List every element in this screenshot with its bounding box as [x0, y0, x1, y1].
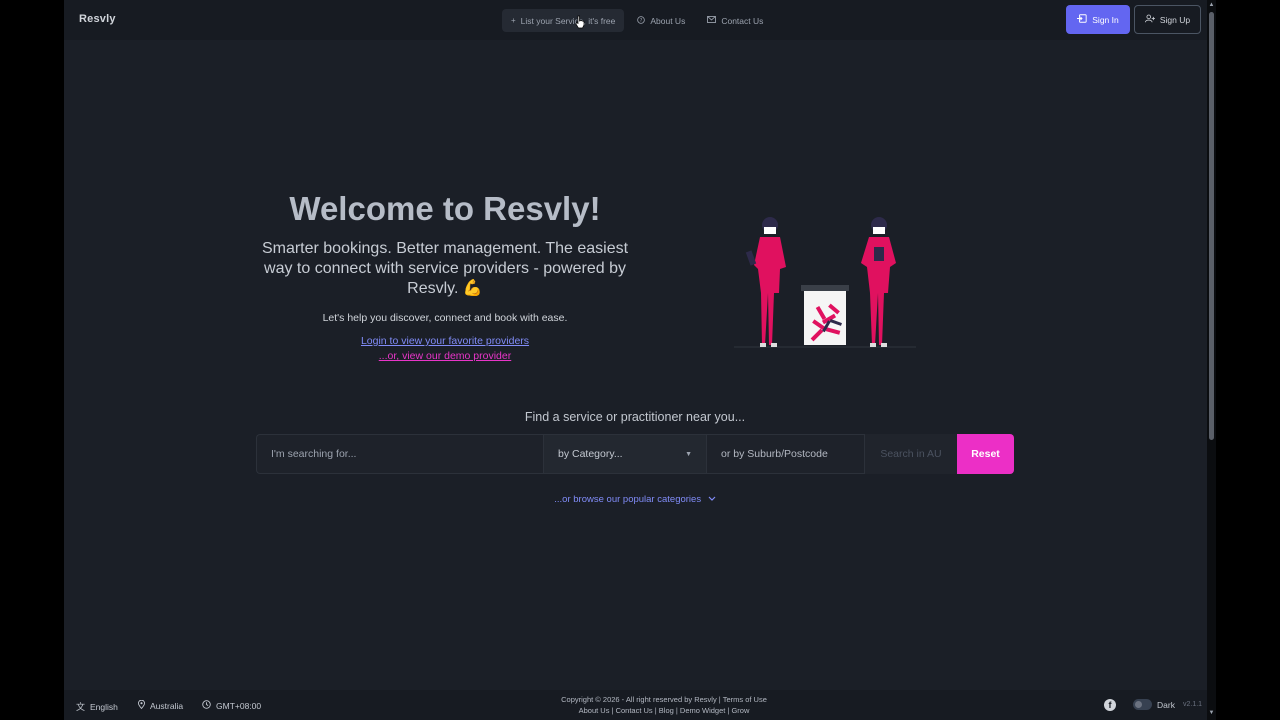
chevron-down-icon: [708, 494, 716, 505]
category-select-label: by Category...: [558, 448, 623, 460]
theme-label: Dark: [1157, 700, 1175, 710]
hero-subtitle: Smarter bookings. Better management. The…: [261, 240, 629, 297]
app-window: Resvly + List your Service, it's free ? …: [64, 0, 1207, 720]
footer: 文 English Australia GMT+08:00 Copyright …: [64, 690, 1207, 720]
demo-provider-link[interactable]: ...or, view our demo provider: [254, 350, 636, 362]
question-circle-icon: ?: [637, 15, 646, 26]
translate-icon: 文: [76, 702, 86, 712]
map-pin-icon: [137, 699, 146, 711]
sign-in-icon: [1077, 14, 1087, 25]
caret-down-icon: ▼: [685, 450, 692, 458]
reset-button[interactable]: Reset: [957, 434, 1014, 474]
category-select[interactable]: by Category... ▼: [543, 434, 707, 474]
theme-toggle[interactable]: [1133, 699, 1152, 710]
facebook-icon[interactable]: f: [1104, 699, 1116, 711]
hero-title: Welcome to Resvly!: [289, 190, 601, 227]
sign-in-label: Sign In: [1092, 14, 1119, 25]
sign-up-label: Sign Up: [1159, 14, 1191, 25]
nav-contact-us[interactable]: Contact Us: [698, 9, 772, 32]
brand-logo[interactable]: Resvly: [79, 13, 116, 25]
browse-categories-label: ...or browse our popular categories: [554, 494, 702, 505]
nav-contact-us-label: Contact Us: [721, 15, 764, 26]
page-scrollbar[interactable]: ▲ ▼: [1207, 0, 1216, 720]
keyword-search-input[interactable]: I'm searching for...: [256, 434, 543, 474]
nav-about-us[interactable]: ? About Us: [628, 9, 694, 32]
find-service-heading: Find a service or practitioner near you.…: [524, 410, 746, 424]
nav-list-service[interactable]: + List your Service, it's free: [502, 9, 625, 32]
country-selector[interactable]: Australia: [137, 699, 184, 711]
search-bar: I'm searching for... by Category... ▼ or…: [256, 434, 1014, 474]
nav-about-us-label: About Us: [650, 15, 686, 26]
hand-pointer-cursor-icon: [575, 15, 585, 29]
scroll-up-arrow-icon[interactable]: ▲: [1207, 2, 1216, 8]
copyright-text[interactable]: Copyright © 2026 - All right reserved by…: [504, 695, 824, 706]
timezone-selector[interactable]: GMT+08:00: [202, 700, 261, 711]
sign-in-button[interactable]: Sign In: [1066, 5, 1130, 34]
browse-categories-link[interactable]: ...or browse our popular categories: [254, 494, 1016, 505]
top-navbar: Resvly + List your Service, it's free ? …: [64, 0, 1207, 40]
sign-up-button[interactable]: Sign Up: [1134, 5, 1201, 34]
footer-links[interactable]: About Us | Contact Us | Blog | Demo Widg…: [504, 706, 824, 717]
footer-copyright: Copyright © 2026 - All right reserved by…: [504, 695, 824, 716]
hero-illustration: [734, 205, 916, 375]
scrollbar-thumb[interactable]: [1209, 12, 1214, 440]
plus-icon: +: [511, 16, 516, 25]
country-label: Australia: [150, 700, 184, 711]
nav-list-service-label: List your Service, it's free: [520, 15, 616, 26]
user-plus-icon: [1144, 14, 1155, 25]
search-button[interactable]: Search in AU: [865, 434, 957, 474]
mail-icon: [707, 16, 717, 25]
main-nav: + List your Service, it's free ? About U…: [502, 9, 772, 32]
version-label: v2.1.1: [1183, 701, 1203, 708]
login-favorites-link[interactable]: Login to view your favorite providers: [254, 335, 636, 347]
language-selector[interactable]: 文 English: [76, 700, 118, 713]
timezone-label: GMT+08:00: [216, 700, 262, 711]
scroll-down-arrow-icon[interactable]: ▼: [1207, 710, 1216, 716]
hero-help-text: Let's help you discover, connect and boo…: [322, 312, 568, 324]
clock-icon: [202, 700, 211, 711]
language-label: English: [90, 701, 118, 712]
suburb-postcode-input[interactable]: or by Suburb/Postcode: [707, 434, 865, 474]
